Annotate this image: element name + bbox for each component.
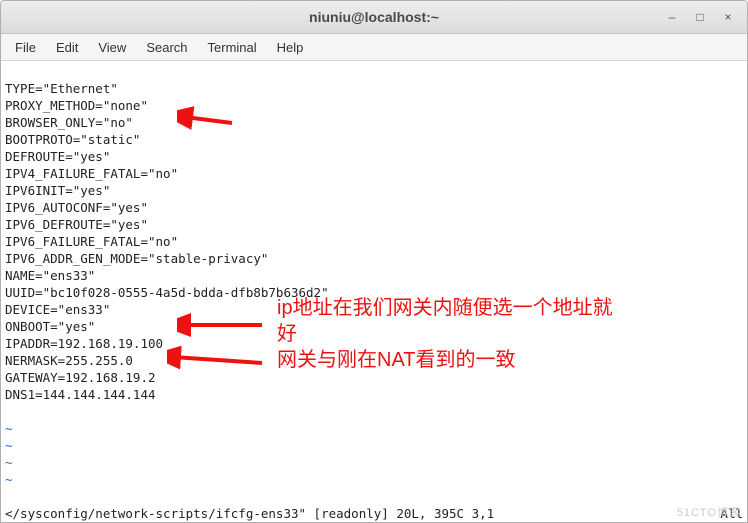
watermark: 51CTO博客 [677, 504, 741, 520]
config-line: IPV6_ADDR_GEN_MODE="stable-privacy" [5, 251, 268, 266]
config-line: BROWSER_ONLY="no" [5, 115, 133, 130]
config-line: IPV6_AUTOCONF="yes" [5, 200, 148, 215]
config-line: IPV6_FAILURE_FATAL="no" [5, 234, 178, 249]
vim-tilde: ~ [5, 421, 13, 436]
config-line: DEFROUTE="yes" [5, 149, 110, 164]
menu-search[interactable]: Search [138, 38, 195, 57]
menu-bar: File Edit View Search Terminal Help [1, 34, 747, 61]
arrow-icon [177, 103, 237, 133]
close-button[interactable]: × [715, 6, 741, 28]
window-controls: – □ × [659, 1, 741, 33]
config-line: NAME="ens33" [5, 268, 95, 283]
vim-tilde: ~ [5, 455, 13, 470]
menu-edit[interactable]: Edit [48, 38, 86, 57]
annotation-ip-2: 好 [277, 322, 297, 346]
config-line: PROXY_METHOD="none" [5, 98, 148, 113]
menu-terminal[interactable]: Terminal [200, 38, 265, 57]
config-line: NERMASK=255.255.0 [5, 353, 133, 368]
config-line: IPV4_FAILURE_FATAL="no" [5, 166, 178, 181]
annotation-gateway: 网关与刚在NAT看到的一致 [277, 348, 516, 372]
arrow-icon [177, 313, 267, 337]
minimize-button[interactable]: – [659, 6, 685, 28]
vim-tilde: ~ [5, 438, 13, 453]
window-title: niuniu@localhost:~ [309, 9, 439, 25]
terminal-window: niuniu@localhost:~ – □ × File Edit View … [0, 0, 748, 523]
status-left: </sysconfig/network-scripts/ifcfg-ens33"… [5, 505, 494, 522]
config-line: DEVICE="ens33" [5, 302, 110, 317]
vim-tilde: ~ [5, 472, 13, 487]
config-line: TYPE="Ethernet" [5, 81, 118, 96]
menu-file[interactable]: File [7, 38, 44, 57]
config-line: IPV6INIT="yes" [5, 183, 110, 198]
config-line: GATEWAY=192.168.19.2 [5, 370, 156, 385]
config-line: DNS1=144.144.144.144 [5, 387, 156, 402]
vim-statusline: </sysconfig/network-scripts/ifcfg-ens33"… [5, 505, 743, 522]
menu-view[interactable]: View [90, 38, 134, 57]
arrow-icon [167, 345, 267, 371]
config-line: IPV6_DEFROUTE="yes" [5, 217, 148, 232]
title-bar: niuniu@localhost:~ – □ × [1, 1, 747, 34]
config-line: IPADDR=192.168.19.100 [5, 336, 163, 351]
config-line: ONBOOT="yes" [5, 319, 95, 334]
config-line: UUID="bc10f028-0555-4a5d-bdda-dfb8b7b636… [5, 285, 329, 300]
terminal-output[interactable]: TYPE="Ethernet" PROXY_METHOD="none" BROW… [1, 61, 747, 523]
menu-help[interactable]: Help [269, 38, 312, 57]
maximize-button[interactable]: □ [687, 6, 713, 28]
config-line: BOOTPROTO="static" [5, 132, 140, 147]
